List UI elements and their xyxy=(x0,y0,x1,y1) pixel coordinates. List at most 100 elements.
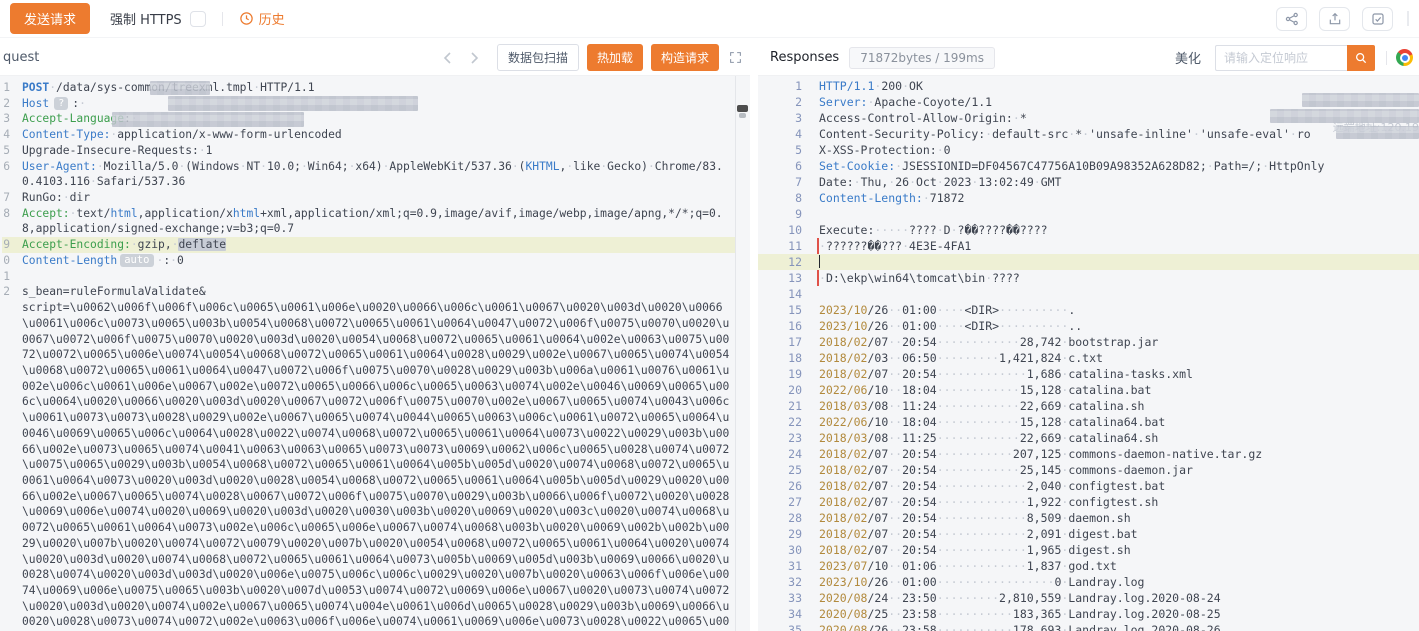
expand-icon xyxy=(729,51,742,64)
request-scrollbar-thumb[interactable] xyxy=(737,105,748,112)
code-line[interactable]: 9 xyxy=(758,206,1419,222)
toolbar-divider xyxy=(222,12,223,26)
code-line[interactable]: 152023/10/26··01:00····<DIR>··········. xyxy=(758,302,1419,318)
code-line[interactable]: 352020/08/26··23:58···········178,693·La… xyxy=(758,622,1419,631)
top-toolbar: 发送请求 强制 HTTPS 历史 xyxy=(0,0,1419,38)
line-number: 8 xyxy=(2,206,10,222)
share-button[interactable] xyxy=(1276,7,1307,31)
code-line[interactable]: 6Set-Cookie:·JSESSIONID=DF04567C47756A10… xyxy=(758,158,1419,174)
code-line[interactable]: 272018/02/07··20:54·············1,922·co… xyxy=(758,494,1419,510)
code-line[interactable]: 1POST·/data/sys-common/treexml.tmpl·HTTP… xyxy=(2,80,735,96)
code-line[interactable]: 11·??????��???·4E3E-4FA1 xyxy=(758,238,1419,254)
line-number: 10 xyxy=(758,222,802,238)
code-line[interactable]: 222022/06/10··18:04············15,128·ca… xyxy=(758,414,1419,430)
line-number: 24 xyxy=(758,446,802,462)
fullscreen-button[interactable] xyxy=(729,51,742,64)
code-line[interactable]: 9Accept-Encoding:·gzip,·deflate xyxy=(2,237,735,253)
line-number: 20 xyxy=(758,382,802,398)
code-line[interactable]: 5Upgrade-Insecure-Requests:·1 xyxy=(2,143,735,159)
code-line[interactable]: 7RunGo:·dir xyxy=(2,190,735,206)
code-line[interactable]: 252018/02/07··20:54············25,145·co… xyxy=(758,462,1419,478)
line-number: 3 xyxy=(2,111,10,127)
line-number: 15 xyxy=(758,302,802,318)
chrome-icon[interactable] xyxy=(1396,49,1413,66)
code-line[interactable]: 192018/02/07··20:54·············1,686·ca… xyxy=(758,366,1419,382)
code-line[interactable]: 5X-XSS-Protection:·0 xyxy=(758,142,1419,158)
next-request-button[interactable] xyxy=(467,51,481,65)
line-number: 32 xyxy=(758,574,802,590)
line-number: 29 xyxy=(758,526,802,542)
send-request-button[interactable]: 发送请求 xyxy=(10,3,90,34)
packet-scan-button[interactable]: 数据包扫描 xyxy=(497,44,579,71)
code-line[interactable]: 14 xyxy=(758,286,1419,302)
code-line[interactable]: 262018/02/07··20:54·············2,040·co… xyxy=(758,478,1419,494)
code-line[interactable]: 12 xyxy=(758,254,1419,270)
line-number: 21 xyxy=(758,398,802,414)
line-number: 33 xyxy=(758,590,802,606)
request-scrollbar-track xyxy=(739,113,746,118)
hot-reload-button[interactable]: 热加载 xyxy=(587,44,643,71)
line-number: 2 xyxy=(2,96,10,112)
build-request-button[interactable]: 构造请求 xyxy=(651,44,719,71)
code-line[interactable]: 0Content-Lengthauto·:·0 xyxy=(2,253,735,269)
code-line[interactable]: 302018/02/07··20:54·············1,965·di… xyxy=(758,542,1419,558)
code-line[interactable]: 4Content-Security-Policy:·default-src·*·… xyxy=(758,126,1419,142)
request-editor[interactable]: 1POST·/data/sys-common/treexml.tmpl·HTTP… xyxy=(0,76,736,631)
toolbar-edge-divider xyxy=(1407,11,1409,26)
code-line[interactable]: 282018/02/07··20:54·············8,509·da… xyxy=(758,510,1419,526)
censor-mosaic xyxy=(150,81,210,95)
code-line[interactable]: 6User-Agent:·Mozilla/5.0·(Windows·NT·10.… xyxy=(2,159,735,190)
code-line[interactable]: 7Date:·Thu,·26·Oct·2023·13:02:49·GMT xyxy=(758,174,1419,190)
response-viewer[interactable]: 1HTTP/1.1·200·OK2Server:·Apache-Coyote/1… xyxy=(758,76,1419,631)
code-line[interactable]: 1HTTP/1.1·200·OK xyxy=(758,78,1419,94)
code-line[interactable]: 202022/06/10··18:04············15,128·ca… xyxy=(758,382,1419,398)
line-number: 2 xyxy=(2,284,10,300)
code-line[interactable]: 242018/02/07··20:54···········207,125·co… xyxy=(758,446,1419,462)
chevron-right-icon xyxy=(467,51,481,65)
search-button[interactable] xyxy=(1347,45,1375,71)
export-button[interactable] xyxy=(1319,7,1350,31)
request-panel-header: quest 数据包扫描 热加载 构造请求 xyxy=(0,40,750,76)
line-number: 4 xyxy=(758,126,802,142)
line-number: 17 xyxy=(758,334,802,350)
line-number: 5 xyxy=(758,142,802,158)
code-line[interactable]: 8Content-Length:·71872 xyxy=(758,190,1419,206)
line-number: 26 xyxy=(758,478,802,494)
code-line[interactable]: 13·D:\ekp\win64\tomcat\bin·???? xyxy=(758,270,1419,286)
line-number: 30 xyxy=(758,542,802,558)
code-line[interactable]: 342020/08/25··23:58···········183,365·La… xyxy=(758,606,1419,622)
beautify-button[interactable]: 美化 xyxy=(1169,44,1207,71)
code-line[interactable]: 8Accept:·text/html,application/xhtml+xml… xyxy=(2,206,735,237)
code-line[interactable]: 182018/02/03··06:50·········1,421,824·c.… xyxy=(758,350,1419,366)
text-cursor xyxy=(819,255,821,268)
history-button[interactable]: 历史 xyxy=(239,9,285,28)
code-line[interactable]: 212018/03/08··11:24············22,669·ca… xyxy=(758,398,1419,414)
code-line[interactable]: 10Execute:·····????·D·?��????��???? xyxy=(758,222,1419,238)
code-line[interactable]: 172018/02/07··20:54············28,742·bo… xyxy=(758,334,1419,350)
line-number: 35 xyxy=(758,622,802,631)
responses-tab[interactable]: Responses xyxy=(770,50,839,65)
line-number: 6 xyxy=(2,159,10,175)
locate-response-input[interactable] xyxy=(1215,45,1347,71)
code-line[interactable]: 312023/07/10··01:06·············1,837·go… xyxy=(758,558,1419,574)
code-line[interactable]: 232018/03/08··11:25············22,669·ca… xyxy=(758,430,1419,446)
line-number: 11 xyxy=(758,238,802,254)
code-line[interactable]: 1 xyxy=(2,269,735,285)
record-check-button[interactable] xyxy=(1362,7,1393,31)
force-https-checkbox[interactable] xyxy=(190,11,206,27)
code-line[interactable]: 322023/10/26··01:00·················0·La… xyxy=(758,574,1419,590)
auto-length-badge: auto xyxy=(120,254,153,267)
code-line[interactable]: 4Content-Type:·application/x-www-form-ur… xyxy=(2,127,735,143)
response-panel: Responses 71872bytes / 199ms 美化 1HTTP/1.… xyxy=(758,40,1419,631)
code-line[interactable]: 292018/02/07··20:54·············2,091·di… xyxy=(758,526,1419,542)
code-line[interactable]: 332020/08/24··23:50·········2,810,559·La… xyxy=(758,590,1419,606)
line-number: 3 xyxy=(758,110,802,126)
prev-request-button[interactable] xyxy=(441,51,455,65)
censor-mosaic xyxy=(168,96,418,111)
code-line[interactable]: 2s_bean=ruleFormulaValidate& script=\u00… xyxy=(2,284,735,631)
code-line[interactable]: 162023/10/26··01:00····<DIR>··········.. xyxy=(758,318,1419,334)
line-number: 27 xyxy=(758,494,802,510)
line-number: 0 xyxy=(2,253,10,269)
response-meta-badge: 71872bytes / 199ms xyxy=(849,47,995,69)
clock-icon xyxy=(239,11,254,26)
